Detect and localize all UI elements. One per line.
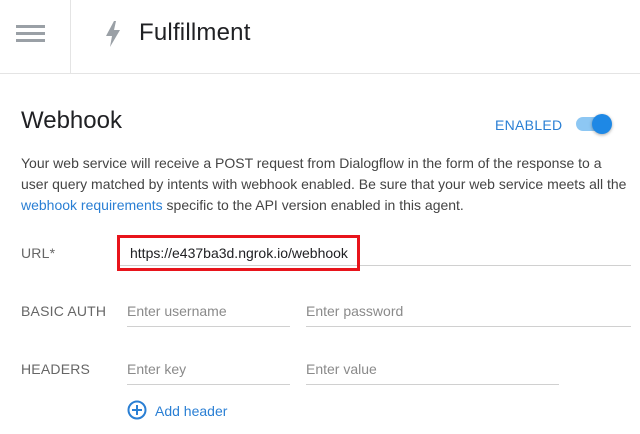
webhook-description: Your web service will receive a POST req… bbox=[21, 153, 631, 216]
url-field[interactable]: https://e437ba3d.ngrok.io/webhook bbox=[130, 245, 348, 261]
webhook-title: Webhook bbox=[21, 107, 122, 134]
top-bar: Fulfillment bbox=[0, 0, 640, 74]
headers-label: HEADERS bbox=[21, 361, 91, 377]
menu-area bbox=[0, 0, 71, 73]
toggle-thumb bbox=[592, 114, 612, 134]
description-text-1: Your web service will receive a POST req… bbox=[21, 155, 627, 192]
page-title: Fulfillment bbox=[139, 19, 251, 46]
webhook-requirements-link[interactable]: webhook requirements bbox=[21, 197, 163, 213]
header-value-field[interactable] bbox=[306, 354, 559, 385]
webhook-enabled-toggle[interactable] bbox=[576, 112, 612, 136]
username-field[interactable] bbox=[127, 296, 290, 327]
lightning-bolt-icon bbox=[106, 21, 120, 47]
basic-auth-label: BASIC AUTH bbox=[21, 303, 107, 319]
password-field[interactable] bbox=[306, 296, 631, 327]
enabled-status-label: ENABLED bbox=[495, 117, 563, 133]
hamburger-menu-icon[interactable] bbox=[16, 25, 45, 42]
header-key-field[interactable] bbox=[127, 354, 290, 385]
url-label: URL* bbox=[21, 245, 56, 261]
add-circle-icon bbox=[127, 400, 147, 420]
description-text-2: specific to the API version enabled in t… bbox=[162, 197, 464, 213]
add-header-label: Add header bbox=[155, 403, 228, 419]
